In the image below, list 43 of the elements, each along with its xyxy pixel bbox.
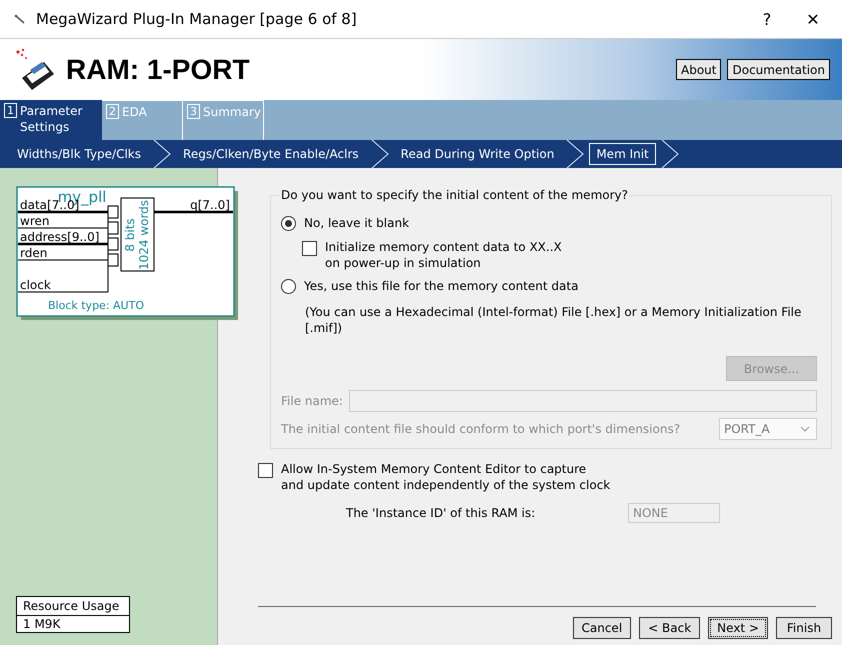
hint-text: (You can use a Hexadecimal (Intel-format) File [.hex] or a Memory Initialization File [.mif])	[305, 304, 802, 336]
chevron-icon	[152, 140, 172, 168]
field-label: File name:	[281, 394, 343, 408]
footer-button[interactable]: Finish	[776, 617, 832, 639]
step-link[interactable]: Read During Write Option	[394, 143, 562, 165]
footer-button[interactable]: < Back	[639, 617, 700, 639]
radio-button[interactable]	[281, 216, 296, 231]
checkbox-label: Allow In-System Memory Content Editor to capture and update content independently of the system clock	[281, 461, 611, 493]
tab-number: 1	[4, 103, 17, 118]
chevron-icon	[565, 140, 586, 168]
field-label: The initial content file should conform to which port's dimensions?	[281, 422, 680, 436]
wand-icon	[14, 13, 26, 25]
step-link[interactable]: Widths/Blk Type/Clks	[10, 143, 148, 165]
tab-label: EDA	[122, 104, 148, 120]
resource-usage-value: 1 M9K	[22, 616, 62, 632]
wizard-tab[interactable]: 1 Parameter Settings	[0, 100, 102, 140]
group-title: Do you want to specify the initial content of the memory?	[280, 188, 630, 202]
footer-button[interactable]: Next >	[708, 617, 768, 639]
tab-label: Parameter Settings	[20, 103, 84, 135]
caret-icon	[800, 426, 810, 432]
tab-number: 3	[187, 104, 200, 119]
dropdown-value: PORT_A	[724, 422, 771, 436]
option-label: Yes, use this file for the memory content data	[304, 279, 578, 293]
page-title: RAM: 1-PORT	[66, 54, 250, 86]
checkbox-label: Initialize memory content data to XX..X on power-up in simulation	[325, 239, 563, 271]
chevron-icon	[660, 140, 680, 168]
chevron-icon	[370, 140, 390, 168]
checkbox[interactable]	[258, 463, 273, 478]
close-button[interactable]: ✕	[790, 0, 836, 38]
tab-label: Summary	[203, 104, 262, 120]
field-label: The 'Instance ID' of this RAM is:	[346, 506, 536, 520]
header-button[interactable]: About	[676, 59, 722, 80]
option-label: No, leave it blank	[304, 216, 410, 230]
window-title: MegaWizard Plug-In Manager [page 6 of 8]	[36, 10, 357, 28]
checkbox[interactable]	[302, 241, 317, 256]
help-button[interactable]: ?	[744, 0, 790, 38]
step-link[interactable]: Mem Init	[589, 143, 656, 165]
footer-button[interactable]: Cancel	[572, 617, 632, 639]
tab-number: 2	[106, 104, 119, 119]
step-link[interactable]: Regs/Clken/Byte Enable/Aclrs	[176, 143, 366, 165]
resource-usage-heading: Resource Usage	[17, 597, 129, 616]
radio-button[interactable]	[281, 279, 296, 294]
header-button[interactable]: Documentation	[727, 59, 830, 80]
